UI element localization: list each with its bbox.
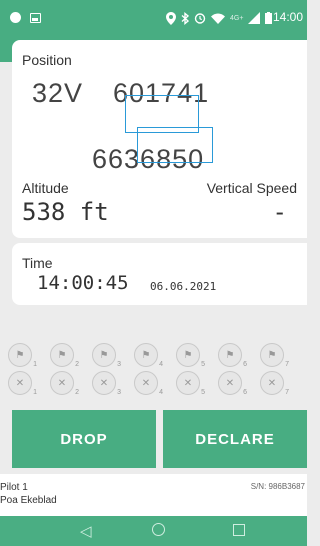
cancel-glyph: ✕ — [183, 377, 193, 389]
cancel-slot[interactable]: ✕ 7 — [260, 371, 289, 396]
cancel-slot[interactable]: ✕ 5 — [176, 371, 205, 396]
notification-dot-icon — [10, 12, 21, 23]
cancel-slot[interactable]: ✕ 3 — [92, 371, 121, 396]
cancel-glyph: ✕ — [99, 377, 109, 389]
home-icon[interactable] — [152, 523, 165, 536]
flag-slot[interactable]: ⚑ 3 — [92, 343, 121, 368]
slot-number: 4 — [159, 389, 163, 396]
battery-icon — [265, 12, 273, 24]
slot-number: 5 — [201, 361, 205, 368]
cancel-slot[interactable]: ✕ 6 — [218, 371, 247, 396]
northing-highlight-box — [137, 127, 213, 163]
location-icon — [166, 11, 176, 25]
slot-number: 2 — [75, 389, 79, 396]
cancel-slot-row: ✕ 1 ✕ 2 ✕ 3 ✕ 4 ✕ 5 ✕ 6 ✕ 7 — [2, 371, 320, 401]
flag-glyph: ⚑ — [99, 349, 109, 361]
slot-number: 7 — [285, 389, 289, 396]
flag-glyph: ⚑ — [183, 349, 193, 361]
flag-glyph: ⚑ — [141, 349, 151, 361]
cancel-slot[interactable]: ✕ 2 — [50, 371, 79, 396]
flag-slot[interactable]: ⚑ 1 — [8, 343, 37, 368]
declare-button[interactable]: DECLARE — [163, 410, 307, 468]
slot-number: 1 — [33, 389, 37, 396]
flag-glyph: ⚑ — [57, 349, 67, 361]
slot-number: 6 — [243, 389, 247, 396]
flag-slot[interactable]: ⚑ 4 — [134, 343, 163, 368]
slot-number: 7 — [285, 361, 289, 368]
slot-number: 3 — [117, 361, 121, 368]
cancel-glyph: ✕ — [141, 377, 151, 389]
pilot-name: Poa Ekeblad — [0, 495, 57, 506]
position-label: Position — [22, 52, 72, 68]
altitude-value: 538 ft — [22, 198, 109, 226]
cancel-glyph: ✕ — [57, 377, 67, 389]
flag-glyph: ⚑ — [15, 349, 25, 361]
vertical-speed-label: Vertical Speed — [206, 180, 297, 196]
slot-number: 3 — [117, 389, 121, 396]
recent-apps-icon[interactable] — [233, 524, 245, 536]
alarm-icon — [194, 13, 206, 24]
signal-icon — [248, 12, 261, 24]
cancel-slot[interactable]: ✕ 4 — [134, 371, 163, 396]
flag-slot[interactable]: ⚑ 5 — [176, 343, 205, 368]
time-value: 14:00:45 — [37, 272, 129, 294]
slot-number: 5 — [201, 389, 205, 396]
image-notification-icon — [30, 13, 41, 23]
drop-button[interactable]: DROP — [12, 410, 156, 468]
flag-glyph: ⚑ — [225, 349, 235, 361]
flag-slot-row: ⚑ 1 ⚑ 2 ⚑ 3 ⚑ 4 ⚑ 5 ⚑ 6 ⚑ 7 — [2, 343, 320, 373]
cancel-slot[interactable]: ✕ 1 — [8, 371, 37, 396]
vertical-speed-value: - — [272, 198, 287, 226]
android-nav-bar: ◁ — [0, 516, 307, 546]
pilot-info: Pilot 1 Poa Ekeblad S/N: 986B3687 — [0, 474, 307, 516]
back-icon[interactable]: ◁ — [80, 522, 92, 540]
wifi-icon — [211, 13, 225, 24]
flag-slot[interactable]: ⚑ 2 — [50, 343, 79, 368]
serial-number: S/N: 986B3687 — [250, 482, 305, 491]
cancel-glyph: ✕ — [15, 377, 25, 389]
status-bar: 4G+ 14:00 — [0, 0, 307, 34]
utm-zone: 32V — [32, 78, 84, 108]
status-time: 14:00 — [272, 10, 303, 24]
slot-number: 1 — [33, 361, 37, 368]
flag-slot[interactable]: ⚑ 6 — [218, 343, 247, 368]
status-icons: 4G+ — [166, 10, 273, 26]
slot-number: 6 — [243, 361, 247, 368]
cancel-glyph: ✕ — [267, 377, 277, 389]
flag-glyph: ⚑ — [267, 349, 277, 361]
network-type: 4G+ — [230, 14, 244, 22]
time-label: Time — [22, 255, 53, 271]
cancel-glyph: ✕ — [225, 377, 235, 389]
bluetooth-icon — [181, 11, 189, 25]
time-card: Time 14:00:45 06.06.2021 — [12, 243, 307, 305]
position-card: Position 32V 601741 6636850 Altitude Ver… — [12, 40, 307, 238]
slot-number: 4 — [159, 361, 163, 368]
slot-number: 2 — [75, 361, 79, 368]
flag-slot[interactable]: ⚑ 7 — [260, 343, 289, 368]
date-value: 06.06.2021 — [150, 280, 217, 293]
pilot-title: Pilot 1 — [0, 482, 28, 493]
altitude-label: Altitude — [22, 180, 69, 196]
